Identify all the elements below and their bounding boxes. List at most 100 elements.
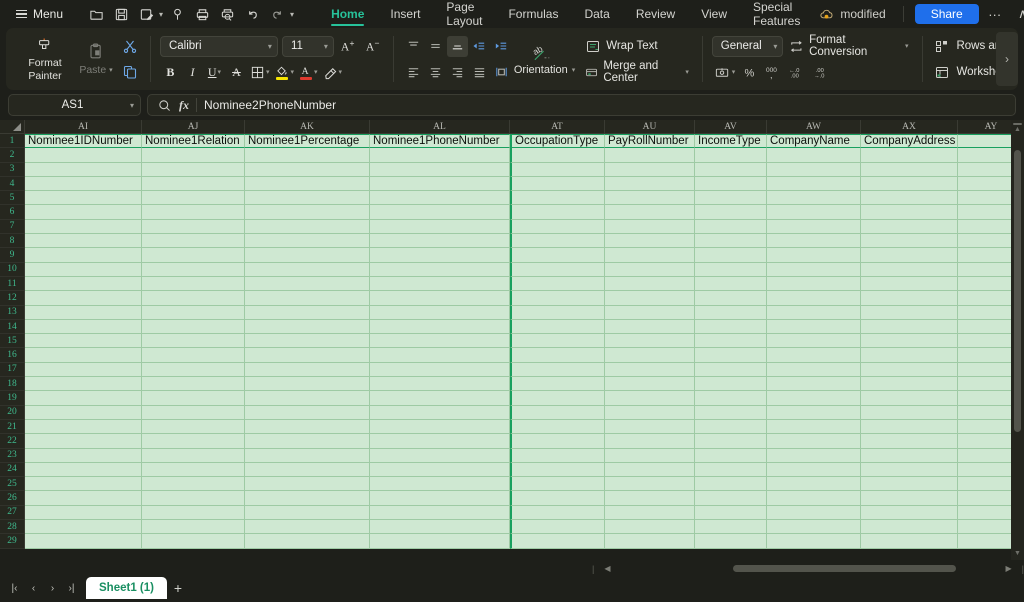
- cell-AU16[interactable]: [605, 348, 695, 363]
- save-icon[interactable]: [110, 3, 132, 25]
- cell-AK3[interactable]: [245, 162, 370, 177]
- cell-AW8[interactable]: [767, 234, 861, 249]
- cell-AV19[interactable]: [695, 391, 767, 406]
- shrink-font-button[interactable]: A −: [363, 36, 384, 57]
- cell-AY22[interactable]: [958, 434, 1011, 449]
- print-preview-icon[interactable]: [166, 3, 188, 25]
- cell-AL19[interactable]: [370, 391, 510, 406]
- cell-AK15[interactable]: [245, 334, 370, 349]
- print-icon[interactable]: [191, 3, 213, 25]
- cell-AT8[interactable]: [510, 234, 605, 249]
- font-size-select[interactable]: 11 ▾: [281, 35, 334, 57]
- cell-AY25[interactable]: [958, 477, 1011, 492]
- row-header-16[interactable]: 16: [0, 348, 24, 363]
- cell-AW29[interactable]: [767, 534, 861, 549]
- cell-AT7[interactable]: [510, 219, 605, 235]
- cell-AY3[interactable]: [958, 162, 1011, 177]
- row-header-4[interactable]: 4: [0, 177, 24, 192]
- cell-AX11[interactable]: [861, 276, 958, 292]
- cell-AW15[interactable]: [767, 334, 861, 349]
- scroll-left-arrow-icon[interactable]: ◀: [604, 564, 610, 573]
- cell-AX26[interactable]: [861, 491, 958, 506]
- cell-AT5[interactable]: [510, 191, 605, 206]
- cell-AT28[interactable]: [510, 520, 605, 535]
- menu-button[interactable]: Menu: [8, 3, 71, 25]
- cell-AL29[interactable]: [370, 534, 510, 549]
- cell-AK6[interactable]: [245, 205, 370, 220]
- tab-home[interactable]: Home: [318, 0, 377, 28]
- cell-AV20[interactable]: [695, 405, 767, 420]
- copy-button[interactable]: [119, 62, 141, 83]
- cell-AL10[interactable]: [370, 262, 510, 277]
- cell-AT22[interactable]: [510, 434, 605, 449]
- row-header-28[interactable]: 28: [0, 520, 24, 535]
- cell-AV29[interactable]: [695, 534, 767, 549]
- cell-AX29[interactable]: [861, 534, 958, 549]
- cell-AT27[interactable]: [510, 505, 605, 521]
- cell-AJ28[interactable]: [142, 520, 245, 535]
- more-options-icon[interactable]: ···: [983, 3, 1007, 25]
- cell-AT17[interactable]: [510, 362, 605, 378]
- cell-AX15[interactable]: [861, 334, 958, 349]
- cell-AJ14[interactable]: [142, 319, 245, 335]
- cell-AL3[interactable]: [370, 162, 510, 177]
- cell-AU2[interactable]: [605, 148, 695, 163]
- cell-AL13[interactable]: [370, 305, 510, 320]
- cell-AT1[interactable]: OccupationType: [510, 134, 605, 149]
- cell-AI14[interactable]: [25, 319, 142, 335]
- cell-AW21[interactable]: [767, 419, 861, 435]
- cell-AV16[interactable]: [695, 348, 767, 363]
- cell-AI5[interactable]: [25, 191, 142, 206]
- cell-AU29[interactable]: [605, 534, 695, 549]
- cell-AL6[interactable]: [370, 205, 510, 220]
- cell-AI2[interactable]: [25, 148, 142, 163]
- row-header-12[interactable]: 12: [0, 291, 24, 306]
- cell-AL18[interactable]: [370, 377, 510, 392]
- cell-AJ10[interactable]: [142, 262, 245, 277]
- row-header-21[interactable]: 21: [0, 420, 24, 435]
- cell-area[interactable]: Nominee1IDNumber Nominee1Relation Nominee1…: [25, 134, 1011, 560]
- cell-AK14[interactable]: [245, 319, 370, 335]
- chevron-down-icon[interactable]: ▾: [159, 10, 163, 19]
- cell-AL8[interactable]: [370, 234, 510, 249]
- cell-AJ18[interactable]: [142, 377, 245, 392]
- cell-AK10[interactable]: [245, 262, 370, 277]
- cell-AI8[interactable]: [25, 234, 142, 249]
- cell-AT13[interactable]: [510, 305, 605, 320]
- cell-AJ20[interactable]: [142, 405, 245, 420]
- merge-center-button[interactable]: Merge and Center ▾: [581, 60, 693, 84]
- cell-AX22[interactable]: [861, 434, 958, 449]
- first-sheet-button[interactable]: |‹: [6, 580, 23, 597]
- cell-AL15[interactable]: [370, 334, 510, 349]
- cell-AK16[interactable]: [245, 348, 370, 363]
- cell-AV6[interactable]: [695, 205, 767, 220]
- cell-AJ13[interactable]: [142, 305, 245, 320]
- row-header-1[interactable]: 1: [0, 134, 24, 149]
- column-header-at[interactable]: AT: [510, 120, 605, 133]
- align-right-button[interactable]: [447, 62, 468, 83]
- cell-AY19[interactable]: [958, 391, 1011, 406]
- cell-AY29[interactable]: [958, 534, 1011, 549]
- cell-AL7[interactable]: [370, 219, 510, 235]
- cell-AW17[interactable]: [767, 362, 861, 378]
- cell-AK9[interactable]: [245, 248, 370, 263]
- fill-color-button[interactable]: ▾: [272, 62, 296, 83]
- cell-AV21[interactable]: [695, 419, 767, 435]
- align-left-button[interactable]: [403, 62, 424, 83]
- cell-AI6[interactable]: [25, 205, 142, 220]
- cell-AK12[interactable]: [245, 291, 370, 306]
- cell-AW25[interactable]: [767, 477, 861, 492]
- cell-AL27[interactable]: [370, 505, 510, 521]
- cell-AY28[interactable]: [958, 520, 1011, 535]
- save-as-icon[interactable]: [135, 3, 157, 25]
- cell-AY2[interactable]: [958, 148, 1011, 163]
- cell-AK22[interactable]: [245, 434, 370, 449]
- cell-AU28[interactable]: [605, 520, 695, 535]
- cell-AW11[interactable]: [767, 276, 861, 292]
- cell-AY15[interactable]: [958, 334, 1011, 349]
- cell-AU26[interactable]: [605, 491, 695, 506]
- cell-AJ17[interactable]: [142, 362, 245, 378]
- cell-AT18[interactable]: [510, 377, 605, 392]
- cell-AJ9[interactable]: [142, 248, 245, 263]
- cell-AJ5[interactable]: [142, 191, 245, 206]
